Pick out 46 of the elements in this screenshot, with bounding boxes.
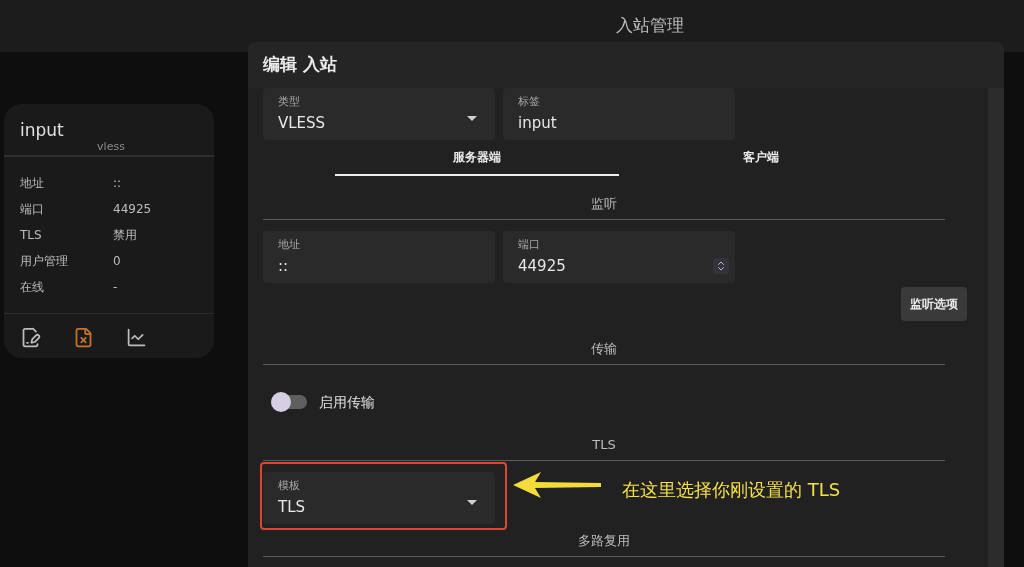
tab[interactable]: 服务器端: [335, 140, 619, 176]
field-label: 端口: [518, 238, 541, 252]
address-field[interactable]: 地址 ::: [263, 231, 495, 283]
field-label: 模板: [278, 479, 301, 493]
field-value: input: [518, 113, 557, 134]
file-edit-icon[interactable]: [20, 327, 41, 348]
card-subtitle: vless: [97, 140, 125, 154]
field-label: 标签: [518, 95, 541, 109]
section-heading: 监听: [591, 195, 617, 213]
section-heading: 传输: [591, 340, 617, 358]
info-value: ::: [113, 175, 122, 192]
info-label: 地址: [20, 175, 45, 192]
annotation-text: 在这里选择你刚设置的 TLS: [622, 478, 841, 502]
listen-options-button[interactable]: 监听选项: [901, 287, 967, 321]
info-label: 在线: [20, 279, 45, 296]
info-value: -: [113, 279, 118, 296]
info-value: 禁用: [113, 227, 137, 244]
field-label: 类型: [278, 95, 301, 109]
info-label: 用户管理: [20, 253, 69, 270]
chart-icon[interactable]: [126, 327, 147, 348]
field-label: 地址: [278, 238, 300, 252]
section-heading: 多路复用: [578, 532, 630, 550]
field-value: 44925: [518, 256, 566, 277]
dropdown-caret-icon: [467, 500, 477, 505]
toggle-switch[interactable]: [271, 395, 307, 409]
page-title: 入站管理: [616, 14, 684, 38]
info-value: 44925: [113, 201, 152, 218]
scrollbar[interactable]: [988, 88, 1004, 567]
tab[interactable]: 客户端: [619, 140, 903, 176]
info-label: 端口: [20, 201, 45, 218]
file-delete-icon[interactable]: [73, 327, 94, 348]
field-value: TLS: [278, 497, 306, 518]
type-select[interactable]: 类型 VLESS: [263, 88, 495, 140]
dropdown-caret-icon: [467, 116, 477, 121]
spinner-icon[interactable]: [713, 257, 729, 274]
port-field[interactable]: 端口 44925: [503, 231, 735, 283]
field-value: VLESS: [278, 113, 326, 134]
template-select[interactable]: 模板 TLS: [263, 472, 495, 524]
card-title: input: [20, 120, 65, 140]
tag-field[interactable]: 标签 input: [503, 88, 735, 140]
info-label: TLS: [20, 227, 43, 244]
dialog-title: 编辑 入站: [263, 53, 337, 77]
section-heading: TLS: [592, 436, 616, 454]
field-value: ::: [278, 256, 290, 277]
info-value: 0: [113, 253, 121, 270]
toggle-label: 启用传输: [319, 392, 375, 412]
